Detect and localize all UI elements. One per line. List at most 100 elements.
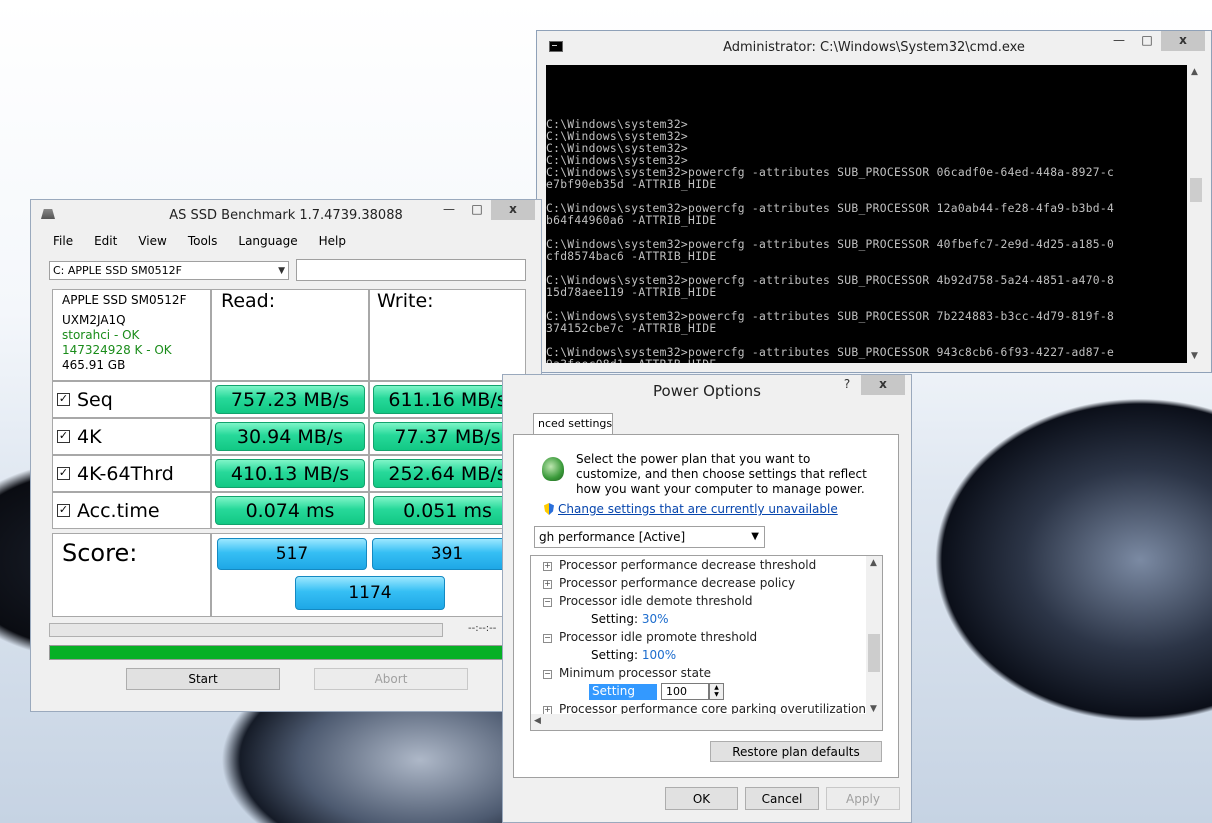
test-4k[interactable]: ✓ 4K xyxy=(52,418,211,455)
score-label-cell: Score: xyxy=(52,533,211,617)
expand-icon[interactable]: + xyxy=(543,580,552,589)
minimize-icon[interactable]: — xyxy=(435,200,463,220)
4k-64thrd-write-value: 252.64 MB/s xyxy=(388,462,507,485)
scroll-left-icon[interactable]: ◀ xyxy=(534,716,541,726)
read-header: Read: xyxy=(211,289,369,381)
settings-tree[interactable]: + Processor performance decrease thresho… xyxy=(530,555,883,731)
write-header: Write: xyxy=(369,289,526,381)
tree-item[interactable]: Processor idle demote threshold xyxy=(559,594,753,608)
close-icon[interactable]: x xyxy=(1161,31,1205,51)
scroll-down-icon[interactable]: ▼ xyxy=(870,704,877,714)
4k-64thrd-checkbox[interactable]: ✓ xyxy=(57,467,70,480)
total-progress-bar xyxy=(49,645,526,660)
drive-firmware: UXM2JA1Q xyxy=(62,313,126,327)
menu-tools[interactable]: Tools xyxy=(174,234,225,254)
cmd-titlebar[interactable]: Administrator: C:\Windows\System32\cmd.e… xyxy=(537,31,1211,63)
tree-item[interactable]: Processor performance decrease threshold xyxy=(559,558,816,572)
console-icon xyxy=(549,41,563,52)
abort-button[interactable]: Abort xyxy=(314,668,468,690)
minimize-icon[interactable]: — xyxy=(1105,31,1133,51)
result-bar: 0.051 ms xyxy=(373,496,522,525)
collapse-icon[interactable]: − xyxy=(543,670,552,679)
setting-row[interactable]: Setting: 30% xyxy=(591,612,669,626)
collapse-icon[interactable]: − xyxy=(543,634,552,643)
score-total-value: 1174 xyxy=(348,583,392,603)
power-plan-select[interactable]: gh performance [Active] ▼ xyxy=(534,526,765,548)
scroll-up-icon[interactable]: ▲ xyxy=(870,558,877,568)
console-output[interactable]: C:\Windows\system32> C:\Windows\system32>… xyxy=(546,65,1187,363)
tab-advanced-settings[interactable]: nced settings xyxy=(533,413,613,435)
min-processor-state-input[interactable]: 100 xyxy=(661,683,709,700)
acc-time-checkbox[interactable]: ✓ xyxy=(57,504,70,517)
menu-view[interactable]: View xyxy=(124,234,173,254)
close-icon[interactable]: x xyxy=(861,375,905,395)
test-acc-time[interactable]: ✓ Acc.time xyxy=(52,492,211,529)
tree-vertical-scrollbar[interactable]: ▲ ▼ xyxy=(866,556,882,716)
drive-select-value: C: APPLE SSD SM0512F xyxy=(53,264,182,277)
4k-checkbox[interactable]: ✓ xyxy=(57,430,70,443)
asssd-titlebar[interactable]: AS SSD Benchmark 1.7.4739.38088 — □ x xyxy=(31,200,541,230)
menu-help[interactable]: Help xyxy=(305,234,353,254)
menu-language[interactable]: Language xyxy=(224,234,304,254)
power-window-controls: ? x xyxy=(833,375,905,395)
setting-value[interactable]: 30% xyxy=(642,612,669,626)
asssd-title: AS SSD Benchmark 1.7.4739.38088 xyxy=(169,207,403,223)
result-bar: 252.64 MB/s xyxy=(373,459,522,488)
tree-horizontal-scrollbar[interactable]: ◀ xyxy=(531,714,882,730)
maximize-icon[interactable]: □ xyxy=(1133,31,1161,51)
drive-info-field[interactable] xyxy=(296,259,526,281)
write-header-label: Write: xyxy=(377,290,434,312)
cancel-button[interactable]: Cancel xyxy=(745,787,819,810)
console-line: e7bf90eb35d -ATTRIB_HIDE xyxy=(546,178,717,191)
power-title: Power Options xyxy=(653,382,761,400)
acc-time-read-cell: 0.074 ms xyxy=(211,492,369,529)
setting-row[interactable]: Setting: 100% xyxy=(591,648,676,662)
scrollbar-thumb[interactable] xyxy=(868,634,880,672)
help-icon[interactable]: ? xyxy=(833,375,861,395)
console-line: 15d78aee119 -ATTRIB_HIDE xyxy=(546,286,717,299)
asssd-window-controls: — □ x xyxy=(435,200,535,220)
test-seq[interactable]: ✓ Seq xyxy=(52,381,211,418)
cmd-window-controls: — □ x xyxy=(1105,31,1205,51)
spinner-icon[interactable]: ▲ ▼ xyxy=(709,683,724,700)
drive-select[interactable]: C: APPLE SSD SM0512F ▼ xyxy=(49,261,289,280)
chevron-down-icon: ▼ xyxy=(751,531,759,542)
test-4k-64thrd[interactable]: ✓ 4K-64Thrd xyxy=(52,455,211,492)
scroll-down-icon[interactable]: ▼ xyxy=(1191,351,1198,361)
change-settings-link[interactable]: Change settings that are currently unava… xyxy=(558,502,838,516)
console-line: b64f44960a6 -ATTRIB_HIDE xyxy=(546,214,717,227)
close-icon[interactable]: x xyxy=(491,200,535,220)
drive-info-panel: APPLE SSD SM0512F UXM2JA1Q storahci - OK… xyxy=(52,289,211,381)
restore-defaults-button[interactable]: Restore plan defaults xyxy=(710,741,882,762)
4k-read-value: 30.94 MB/s xyxy=(236,425,344,448)
tree-item[interactable]: Processor idle promote threshold xyxy=(559,630,757,644)
start-button[interactable]: Start xyxy=(126,668,280,690)
seq-checkbox[interactable]: ✓ xyxy=(57,393,70,406)
tree-item[interactable]: Minimum processor state xyxy=(559,666,711,680)
scroll-up-icon[interactable]: ▲ xyxy=(1191,67,1198,77)
cmd-title: Administrator: C:\Windows\System32\cmd.e… xyxy=(723,39,1025,55)
collapse-icon[interactable]: − xyxy=(543,598,552,607)
setting-label: Setting: xyxy=(591,612,639,626)
tab-label: nced settings xyxy=(538,417,613,430)
driver-status: storahci - OK xyxy=(62,328,140,342)
asssd-window: AS SSD Benchmark 1.7.4739.38088 — □ x Fi… xyxy=(30,199,542,712)
tree-item[interactable]: Processor performance decrease policy xyxy=(559,576,795,590)
menu-edit[interactable]: Edit xyxy=(80,234,124,254)
menu-file[interactable]: File xyxy=(39,234,80,254)
test-progress-bar xyxy=(49,623,443,637)
maximize-icon[interactable]: □ xyxy=(463,200,491,220)
cmd-window: Administrator: C:\Windows\System32\cmd.e… xyxy=(536,30,1212,373)
console-line: 374152cbe7c -ATTRIB_HIDE xyxy=(546,322,717,335)
scrollbar-thumb[interactable] xyxy=(1190,178,1202,202)
ok-button[interactable]: OK xyxy=(665,787,738,810)
power-plan-icon xyxy=(542,457,564,481)
expand-icon[interactable]: + xyxy=(543,562,552,571)
setting-value[interactable]: 100% xyxy=(642,648,676,662)
power-description: Select the power plan that you want to c… xyxy=(576,452,867,496)
apply-button[interactable]: Apply xyxy=(826,787,900,810)
acc-time-read-value: 0.074 ms xyxy=(245,499,335,522)
drive-model: APPLE SSD SM0512F xyxy=(62,293,187,307)
console-scrollbar[interactable]: ▲ ▼ xyxy=(1188,65,1204,363)
power-titlebar[interactable]: Power Options ? x xyxy=(503,375,911,407)
